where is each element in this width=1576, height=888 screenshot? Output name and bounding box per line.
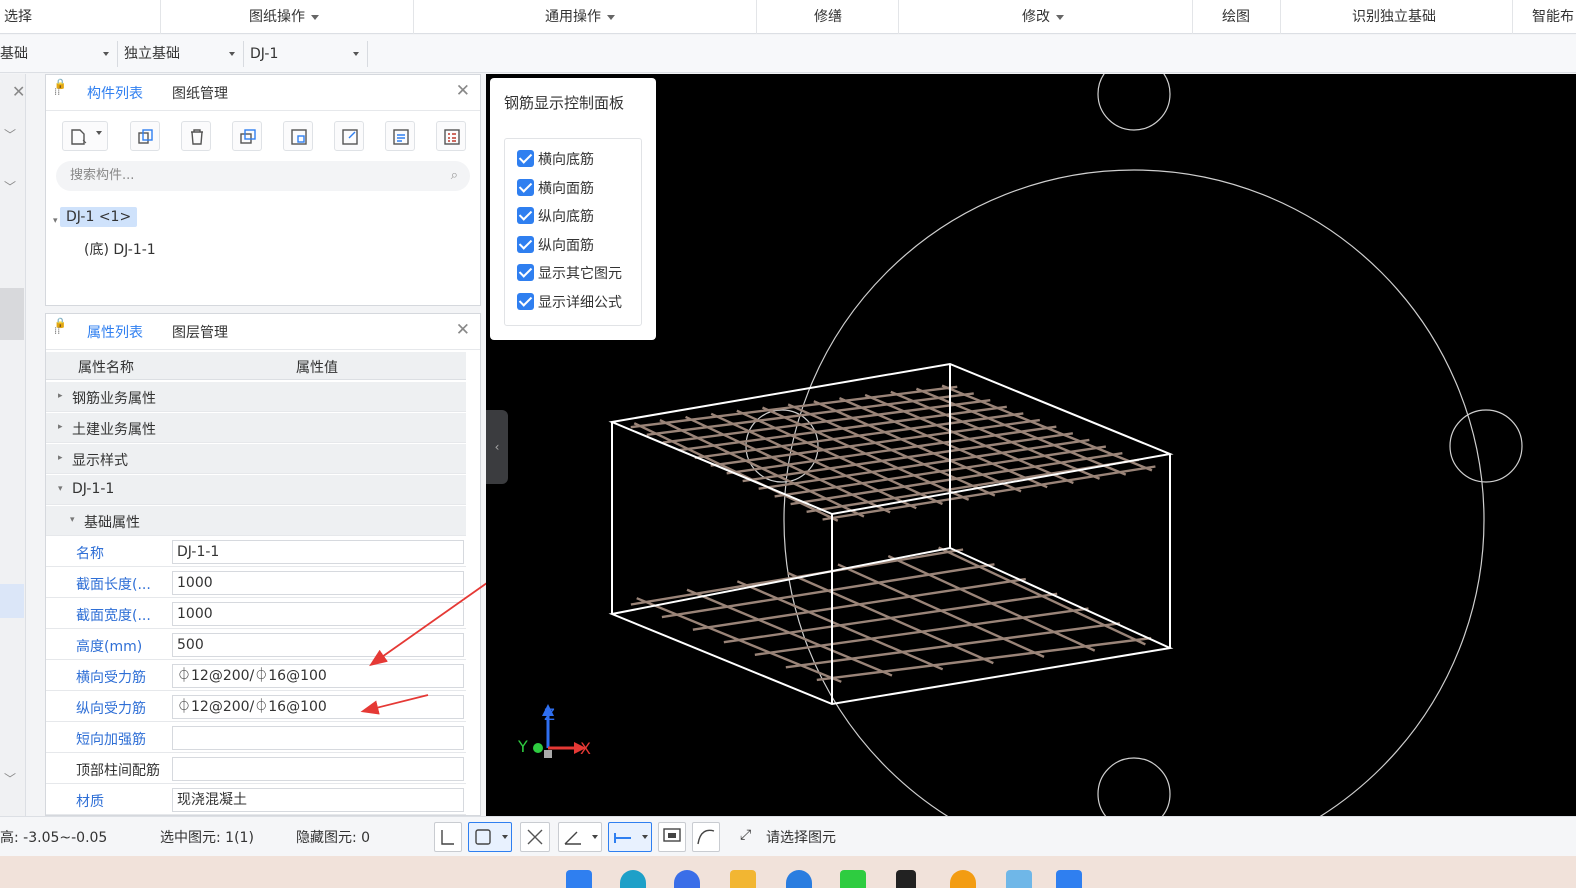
checkbox-checked-icon xyxy=(517,207,534,224)
browser-icon[interactable] xyxy=(786,870,812,888)
app-root: 选择 图纸操作 通用操作 修缮 修改 绘图 识别独立基础 智能布 基础 独立基础… xyxy=(0,0,1576,888)
checkbox-show-other[interactable]: 显示其它图元 xyxy=(517,263,622,283)
axis-y-label: Y xyxy=(517,737,528,756)
snap-button[interactable] xyxy=(468,822,512,852)
curve-icon xyxy=(697,829,715,845)
folder-icon[interactable] xyxy=(730,870,756,888)
checkbox-label: 显示详细公式 xyxy=(538,295,622,311)
checkbox-vertical-bottom[interactable]: 纵向底筋 xyxy=(517,206,594,226)
red-arrow-2 xyxy=(360,694,429,715)
start-icon[interactable] xyxy=(566,870,592,888)
qq-icon[interactable] xyxy=(896,870,916,888)
ortho-button[interactable] xyxy=(434,822,462,852)
hidden-count: 隐藏图元: 0 xyxy=(296,830,371,846)
checkbox-checked-icon xyxy=(517,179,534,196)
selected-count: 选中图元: 1(1) xyxy=(160,830,254,846)
checkbox-label: 横向面筋 xyxy=(538,181,594,197)
checkbox-horizontal-bottom[interactable]: 横向底筋 xyxy=(517,149,594,169)
rebar-bar xyxy=(837,563,1045,658)
rebar-bar xyxy=(887,554,1096,652)
checkbox-label: 纵向底筋 xyxy=(538,209,594,225)
taskbar xyxy=(0,856,1576,888)
app-icon[interactable] xyxy=(1006,870,1032,888)
angle-button[interactable] xyxy=(558,822,602,852)
checkbox-vertical-top[interactable]: 纵向面筋 xyxy=(517,235,594,255)
screen-icon xyxy=(663,828,681,842)
app-icon[interactable] xyxy=(950,870,976,888)
small-circle-right xyxy=(1449,409,1523,483)
status-bar: 高: -3.05~-0.05 选中图元: 1(1) 隐藏图元: 0 ⤢ 请选择图… xyxy=(0,816,1576,856)
small-circle-top xyxy=(1097,74,1171,131)
ortho-icon xyxy=(441,830,454,845)
expand-icon[interactable]: ⤢ xyxy=(740,827,751,843)
checkbox-checked-icon xyxy=(517,236,534,253)
gtj-app-icon[interactable] xyxy=(1056,870,1082,888)
screen-button[interactable] xyxy=(658,822,686,852)
prompt-text: 请选择图元 xyxy=(766,830,836,846)
axis-z-label: Z xyxy=(544,705,555,724)
collapse-panel-tab[interactable]: ‹ xyxy=(486,410,508,484)
dimension-button[interactable] xyxy=(608,822,652,852)
checkbox-show-formula[interactable]: 显示详细公式 xyxy=(517,292,622,312)
checkbox-horizontal-top[interactable]: 横向面筋 xyxy=(517,178,594,198)
elevation-text: 高: -3.05~-0.05 xyxy=(0,830,108,846)
red-arrow-1 xyxy=(369,577,495,667)
rebar-display-panel: 钢筋显示控制面板 横向底筋 横向面筋 纵向底筋 纵向面筋 显示其它图元 显示详细… xyxy=(490,78,656,340)
checkbox-checked-icon xyxy=(517,150,534,167)
cross-select-button[interactable] xyxy=(520,822,550,852)
search-app-icon[interactable] xyxy=(674,870,700,888)
bottom-rebar-mesh xyxy=(630,546,1152,683)
checkbox-label: 纵向面筋 xyxy=(538,238,594,254)
checkbox-label: 横向底筋 xyxy=(538,152,594,168)
rebar-bar xyxy=(736,580,944,671)
rebar-bar xyxy=(787,571,994,665)
checkbox-checked-icon xyxy=(517,264,534,281)
chevron-left-icon: ‹ xyxy=(494,440,500,454)
rebar-options-box: 横向底筋 横向面筋 纵向底筋 纵向面筋 显示其它图元 显示详细公式 xyxy=(504,138,642,326)
snap-icon xyxy=(475,829,508,845)
outline-circle xyxy=(783,169,1485,816)
small-circle-bottom xyxy=(1097,757,1171,816)
checkbox-label: 显示其它图元 xyxy=(538,266,622,282)
dimension-icon xyxy=(614,833,648,843)
rebar-panel-title: 钢筋显示控制面板 xyxy=(504,94,625,112)
axis-x-label: X xyxy=(580,739,591,758)
curve-button[interactable] xyxy=(692,822,720,852)
axis-gizmo: Z Y X xyxy=(517,704,591,758)
angle-icon xyxy=(564,831,598,845)
cross-icon xyxy=(527,829,543,845)
rebar-bar xyxy=(938,546,1146,646)
edge-icon[interactable] xyxy=(620,870,646,888)
checkbox-checked-icon xyxy=(517,293,534,310)
wechat-icon[interactable] xyxy=(840,870,866,888)
